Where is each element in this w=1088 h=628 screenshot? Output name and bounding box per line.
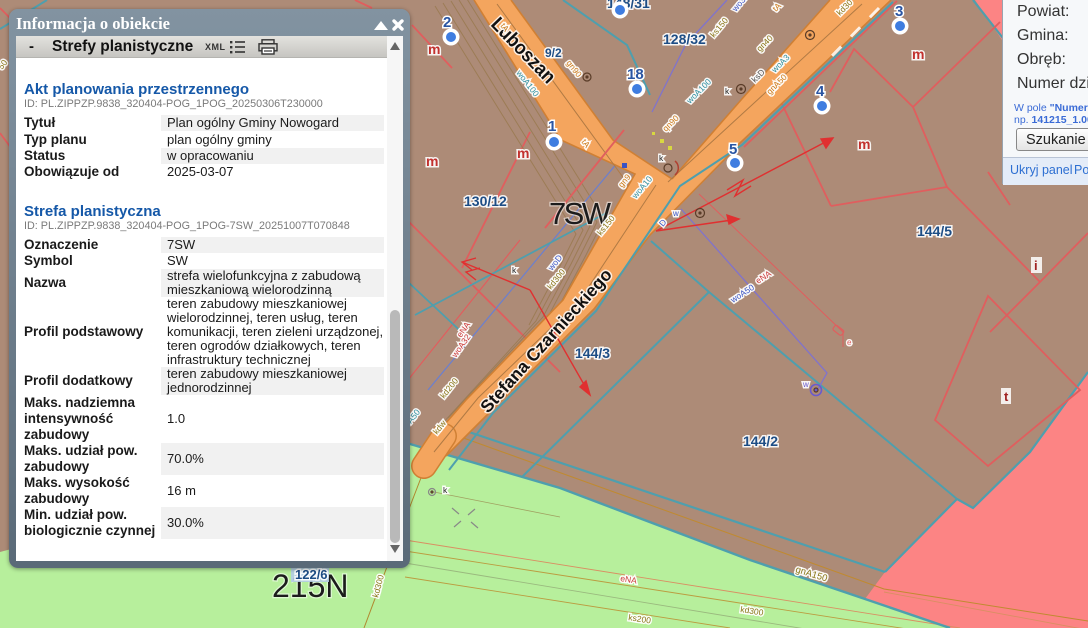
- svg-text:9/2: 9/2: [545, 46, 562, 60]
- svg-text:144/5: 144/5: [917, 223, 952, 239]
- svg-text:m: m: [912, 46, 924, 62]
- svg-text:1: 1: [548, 118, 556, 135]
- svg-text:m: m: [517, 145, 529, 161]
- svg-text:w: w: [672, 209, 679, 218]
- svg-text:2: 2: [443, 14, 451, 31]
- svg-text:w: w: [802, 380, 809, 389]
- svg-text:144/3: 144/3: [575, 345, 610, 361]
- svg-text:144/2: 144/2: [743, 433, 778, 449]
- svg-text:122/6: 122/6: [295, 567, 328, 582]
- svg-text:4: 4: [816, 83, 825, 100]
- svg-text:3: 3: [895, 3, 903, 20]
- svg-text:5: 5: [729, 141, 737, 158]
- svg-text:i: i: [1034, 258, 1038, 273]
- svg-text:130/12: 130/12: [464, 193, 507, 209]
- svg-text:m: m: [428, 41, 440, 57]
- svg-text:128/32: 128/32: [663, 31, 706, 47]
- svg-text:m: m: [858, 136, 870, 152]
- svg-text:m: m: [426, 153, 438, 169]
- svg-text:18: 18: [627, 66, 644, 83]
- svg-text:t: t: [1004, 389, 1009, 404]
- svg-text:e: e: [847, 338, 852, 347]
